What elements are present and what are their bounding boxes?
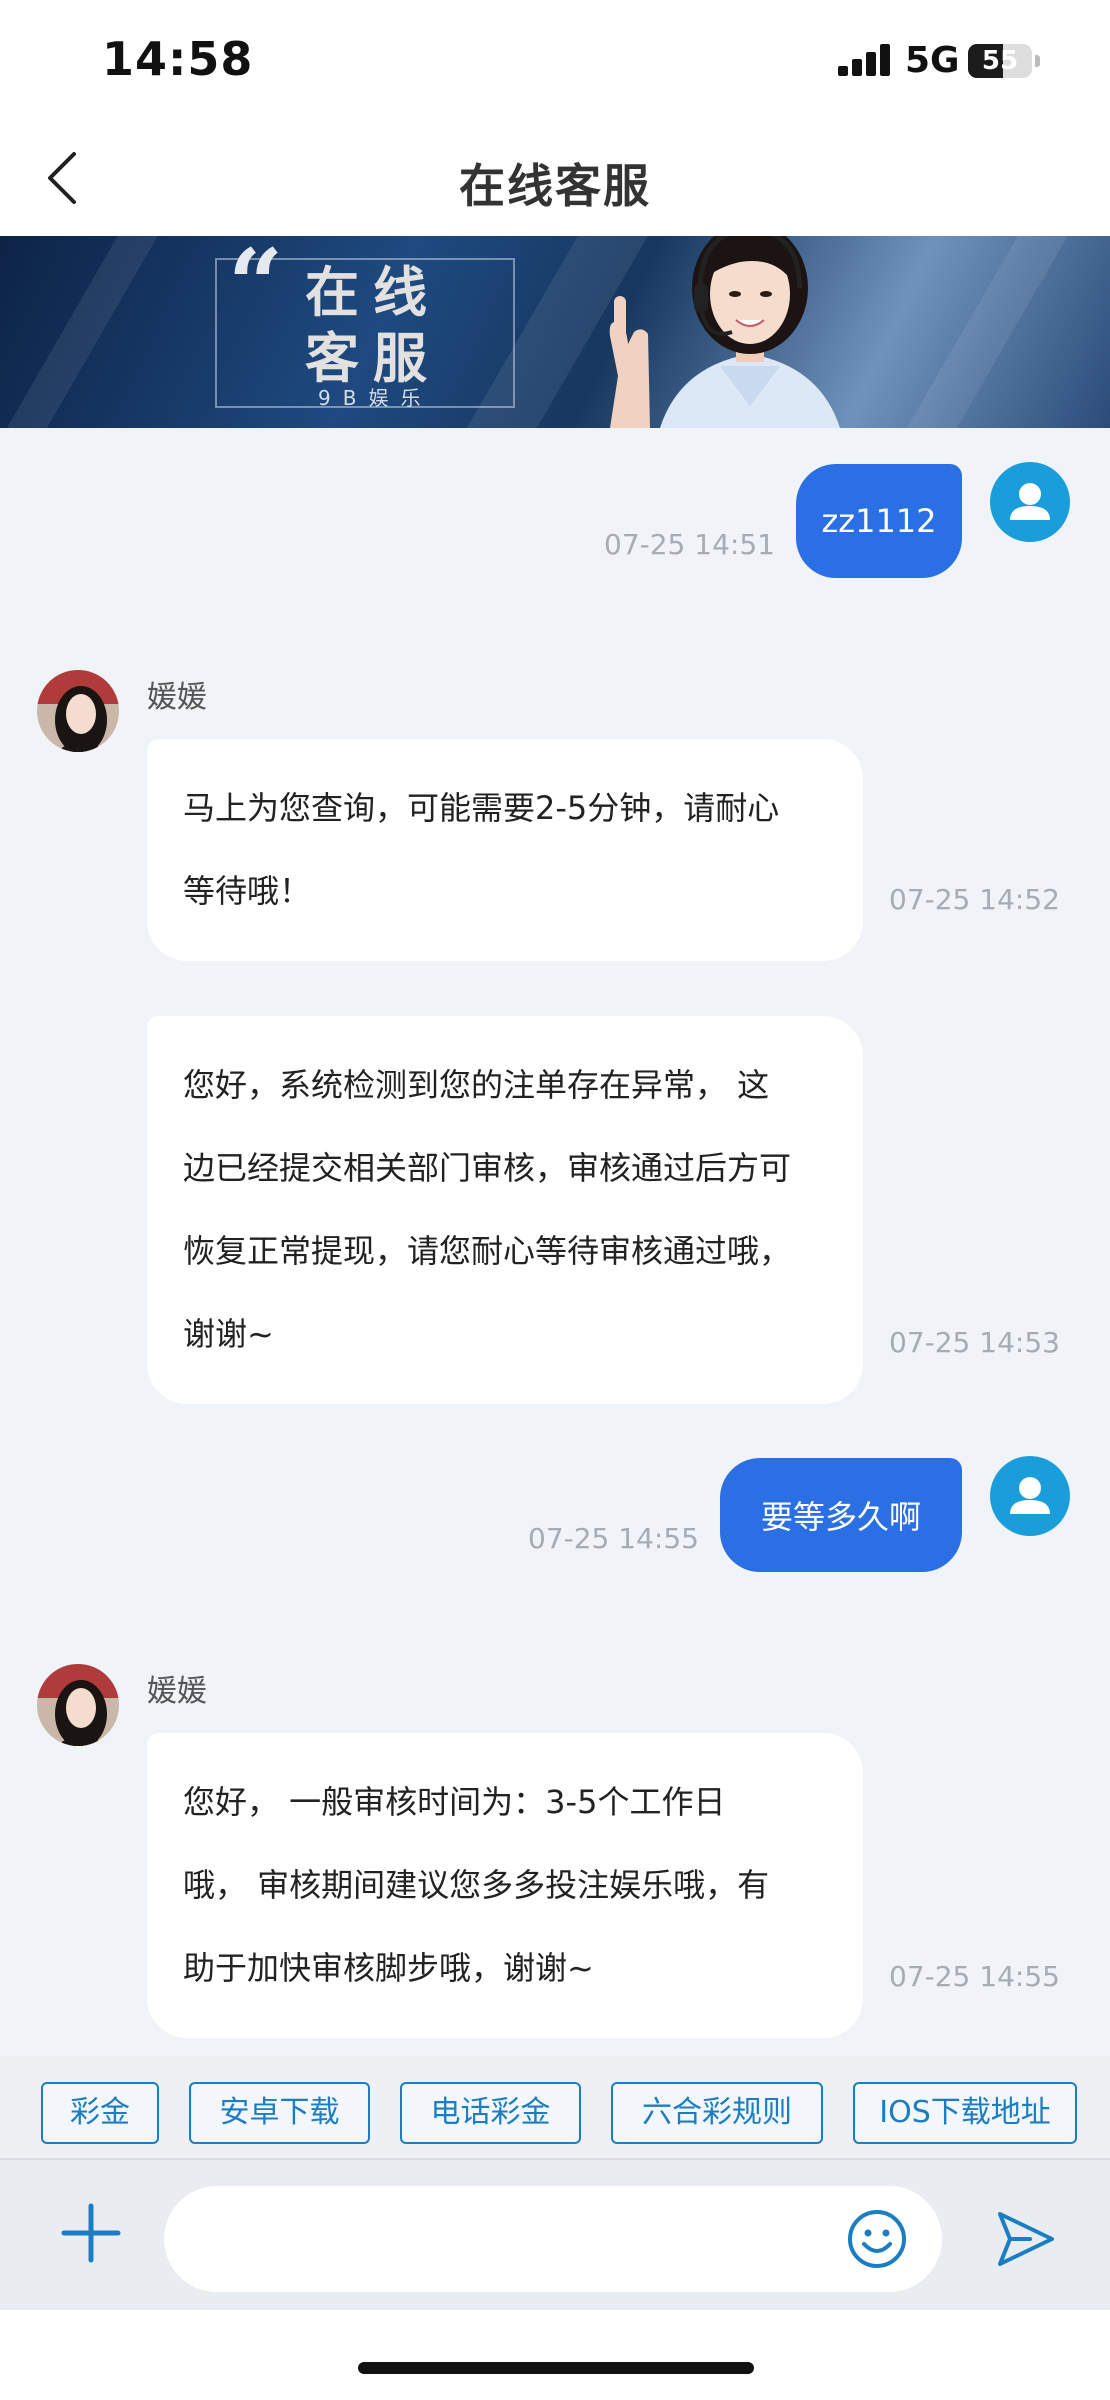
banner-subtitle: 9B娱乐 [318, 386, 433, 410]
quick-reply-ios-download[interactable]: IOS下载地址 [853, 2082, 1077, 2144]
battery-icon: 55 [968, 44, 1040, 78]
agent-avatar [37, 670, 119, 752]
message-text: 要等多久啊 [760, 1498, 921, 1536]
quick-reply-caijin[interactable]: 彩金 [41, 2082, 159, 2144]
message-line: 边已经提交相关部门审核，审核通过后方可 [183, 1149, 792, 1187]
agent-message-bubble[interactable]: 您好， 一般审核时间为：3-5个工作日 哦， 审核期间建议您多多投注娱乐哦，有 … [147, 1733, 863, 2038]
agent-avatar-image [37, 1664, 119, 1746]
agent-avatar-image [37, 670, 119, 752]
home-indicator-area [0, 2310, 1110, 2400]
home-indicator[interactable] [358, 2362, 754, 2374]
quick-reply-bar: 彩金 安卓下载 电话彩金 六合彩规则 IOS下载地址 [0, 2056, 1110, 2158]
quick-reply-liuhecai-rules[interactable]: 六合彩规则 [611, 2082, 823, 2144]
input-bar [0, 2158, 1110, 2310]
emoji-icon [848, 2210, 906, 2268]
network-label: 5G [905, 40, 960, 81]
agent-name: 媛媛 [147, 1674, 207, 1709]
send-button[interactable] [994, 2208, 1056, 2270]
agent-message-bubble[interactable]: 马上为您查询，可能需要2-5分钟，请耐心 等待哦！ [147, 739, 863, 961]
user-message-bubble[interactable]: zz1112 [796, 464, 962, 578]
plus-icon [61, 2203, 121, 2263]
service-banner: “ 在线 客服 9B娱乐 [0, 236, 1110, 428]
message-line: 助于加快审核脚步哦，谢谢~ [183, 1949, 594, 1987]
agent-message-bubble[interactable]: 您好，系统检测到您的注单存在异常， 这 边已经提交相关部门审核，审核通过后方可 … [147, 1016, 863, 1404]
message-line: 马上为您查询，可能需要2-5分钟，请耐心 [183, 789, 780, 827]
message-line: 您好， 一般审核时间为：3-5个工作日 [183, 1783, 726, 1821]
message-line: 等待哦！ [183, 872, 312, 910]
message-line: 谢谢~ [183, 1315, 274, 1353]
user-icon [1010, 483, 1050, 520]
emoji-button[interactable] [846, 2208, 908, 2270]
message-text: zz1112 [821, 502, 937, 540]
message-line: 您好，系统检测到您的注单存在异常， 这 [183, 1066, 770, 1104]
message-timestamp: 07-25 14:52 [889, 883, 1060, 916]
message-timestamp: 07-25 14:55 [528, 1522, 699, 1555]
message-input[interactable] [164, 2186, 942, 2292]
user-avatar [990, 1456, 1070, 1536]
user-message-bubble[interactable]: 要等多久啊 [720, 1458, 962, 1572]
user-avatar [990, 462, 1070, 542]
page-title: 在线客服 [459, 159, 651, 213]
message-line: 恢复正常提现，请您耐心等待审核通过哦， [183, 1232, 792, 1270]
send-icon [998, 2212, 1054, 2266]
chat-area[interactable]: 07-25 14:51 zz1112 媛媛 马上为您查询，可能需要2-5分钟，请… [0, 428, 1110, 2056]
status-bar: 14:58 5G 55 [0, 0, 1110, 120]
message-timestamp: 07-25 14:55 [889, 1960, 1060, 1993]
chat-page: 14:58 5G 55 在线客服 “ 在线 客服 9B娱乐 07-25 14:5… [0, 0, 1110, 2400]
nav-bar: 在线客服 [0, 120, 1110, 236]
quote-icon: “ [228, 236, 284, 341]
message-timestamp: 07-25 14:51 [604, 528, 775, 561]
status-time: 14:58 [102, 32, 254, 86]
user-icon [1010, 1477, 1050, 1514]
agent-avatar [37, 1664, 119, 1746]
signal-icon [838, 44, 892, 76]
customer-service-agent-image [609, 236, 840, 428]
message-line: 哦， 审核期间建议您多多投注娱乐哦，有 [183, 1866, 770, 1904]
message-timestamp: 07-25 14:53 [889, 1326, 1060, 1359]
quick-reply-android-download[interactable]: 安卓下载 [189, 2082, 370, 2144]
add-attachment-button[interactable] [60, 2202, 122, 2264]
quick-reply-phone-caijin[interactable]: 电话彩金 [400, 2082, 581, 2144]
agent-name: 媛媛 [147, 680, 207, 715]
battery-level: 55 [981, 46, 1019, 76]
